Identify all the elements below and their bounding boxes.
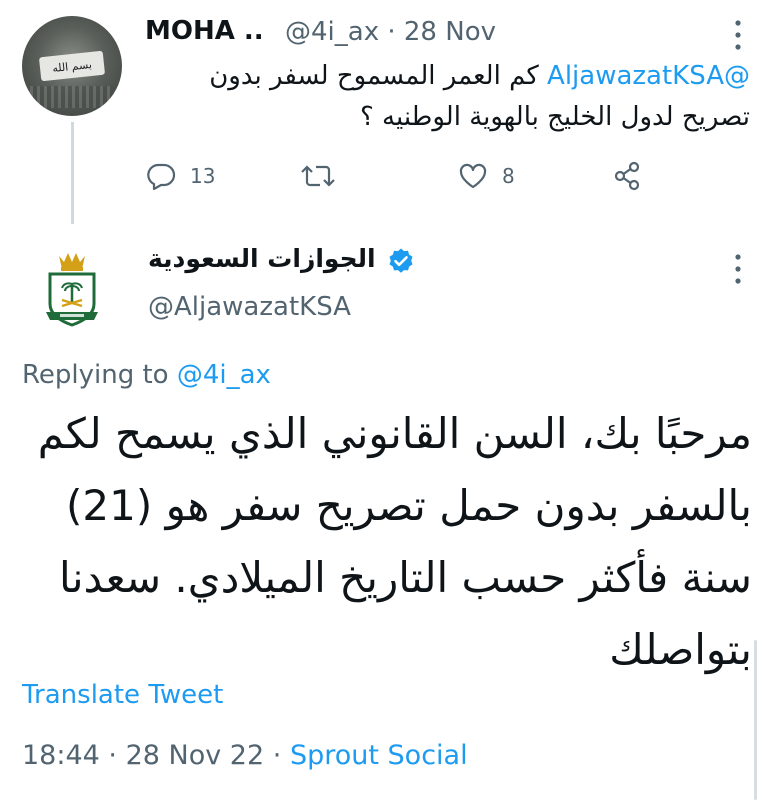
tweet1-mention[interactable]: @AljawazatKSA [547,61,750,91]
replying-prefix: Replying to [22,360,177,390]
tweet2-handle[interactable]: @AljawazatKSA [148,292,351,322]
tweet1-text: @AljawazatKSA كم العمر المسموح لسفر بدون… [150,56,750,138]
replying-handle[interactable]: @4i_ax [177,360,271,390]
tweet1-actions: 13 8 [146,156,646,196]
tweet1-handle[interactable]: @4i_ax [285,17,379,47]
retweet-icon [301,165,335,187]
tweet2-sep1: · [108,740,117,771]
avatar-moha[interactable]: بسم الله [22,16,122,116]
tweet2-display-name[interactable]: الجوازات السعودية [148,244,376,273]
like-count: 8 [502,164,515,188]
tweet2-text: مرحبًا بك، السن القانوني الذي يسمح لكم ب… [37,409,752,674]
share-action[interactable] [612,160,644,192]
passport-seal-logo [46,253,98,327]
thread-connector-line [71,122,74,224]
tweet1-separator: · [387,17,396,47]
replying-to: Replying to @4i_ax [22,360,271,390]
verified-badge-icon [387,247,415,279]
tweet1-line2: تصريح لدول الخليج بالهوية الوطنيه ؟ [359,102,750,132]
translate-tweet-link[interactable]: Translate Tweet [22,680,223,710]
tweet2-timestamp: 18:44 · 28 Nov 22 · Sprout Social [22,740,468,771]
tweet1-date[interactable]: 28 Nov [404,17,496,47]
tweet1-meta: @4i_ax · 28 Nov [285,17,496,47]
tweet1-line1-text: كم العمر المسموح لسفر بدون [209,61,539,91]
tweet1-line1: @AljawazatKSA كم العمر المسموح لسفر بدون [150,56,750,97]
reply-action[interactable]: 13 [146,162,215,190]
tweet1-more-icon[interactable] [730,18,746,56]
retweet-action[interactable] [300,162,350,190]
reply-count: 13 [190,164,216,188]
scrollbar[interactable] [754,640,757,800]
tweet1-display-name[interactable]: MOHA .. [145,16,264,46]
tweet2-time[interactable]: 18:44 [22,740,100,771]
like-icon [459,163,487,189]
tweet2-source[interactable]: Sprout Social [290,740,468,771]
share-icon [614,161,640,191]
avatar-texture [30,86,114,108]
tweet2-sep2: · [272,740,282,771]
avatar-scribble: بسم الله [38,50,106,82]
avatar-aljawazat[interactable] [22,236,122,336]
tweet2-date[interactable]: 28 Nov 22 [126,740,265,771]
like-action[interactable]: 8 [458,162,515,190]
reply-icon [147,163,176,190]
tweet2-more-icon[interactable] [730,252,746,290]
